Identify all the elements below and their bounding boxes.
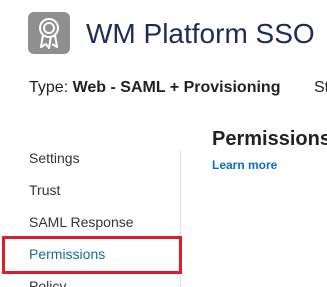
type-label: Type: [29,79,69,96]
sidebar-item-trust[interactable]: Trust [29,180,60,200]
sidebar-item-policy[interactable]: Policy [29,276,66,287]
app-title: WM Platform SSO [86,18,315,49]
type-value: Web - SAML + Provisioning [72,79,281,96]
app-page: WM Platform SSO Type: Web - SAML + Provi… [0,0,327,287]
sidebar-item-settings[interactable]: Settings [29,148,80,168]
app-type: Type: Web - SAML + Provisioning [29,77,280,99]
section-title: Permissions [212,128,327,150]
highlight-annotation [2,236,182,274]
award-ribbon-icon [28,12,70,54]
learn-more-link[interactable]: Learn more [212,157,277,173]
sidebar-item-saml-response[interactable]: SAML Response [29,212,134,232]
status-label: St [314,79,327,96]
